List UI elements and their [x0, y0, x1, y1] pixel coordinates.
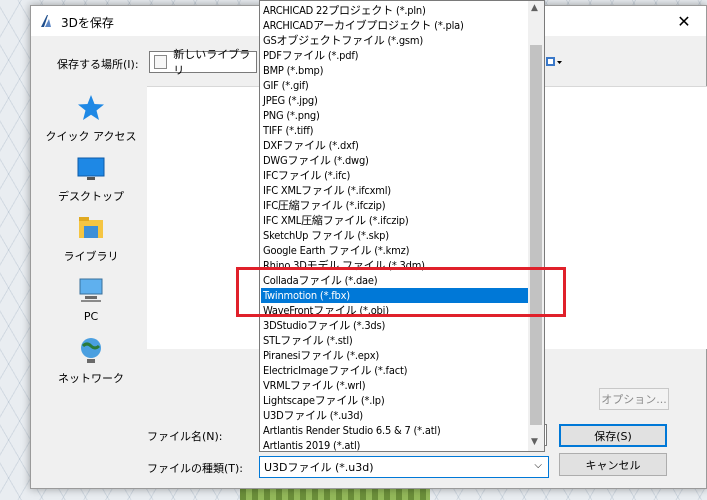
desktop-icon [77, 157, 105, 180]
library-icon [79, 217, 103, 238]
dropdown-option[interactable]: GIF (*.gif) [261, 78, 530, 93]
dialog-title: 3Dを保存 [61, 16, 114, 30]
dropdown-option[interactable]: IFC圧縮ファイル (*.ifczip) [261, 198, 530, 213]
nav-label: ライブラリ [63, 250, 119, 263]
options-button[interactable]: オプション... [599, 388, 669, 410]
dropdown-scrollbar[interactable]: ▲ ▼ [528, 1, 544, 451]
dropdown-option[interactable]: GSオブジェクトファイル (*.gsm) [261, 33, 530, 48]
pc-icon [79, 278, 103, 302]
library-folder-icon [154, 55, 168, 69]
dropdown-option[interactable]: DWGファイル (*.dwg) [261, 153, 530, 168]
dropdown-option[interactable]: Artlantis 2019 (*.atl) [261, 438, 530, 453]
annotation-highlight-box [236, 267, 566, 317]
scroll-up-icon[interactable]: ▲ [531, 3, 538, 13]
dropdown-option[interactable]: IFC XML圧縮ファイル (*.ifczip) [261, 213, 530, 228]
scroll-thumb[interactable] [530, 45, 542, 425]
save-location-combo[interactable]: 新しいライブラリ [149, 48, 257, 77]
nav-label: クイック アクセス [45, 130, 137, 143]
dropdown-option[interactable]: DXFファイル (*.dxf) [261, 138, 530, 153]
dropdown-option[interactable]: Lightscapeファイル (*.lp) [261, 393, 530, 408]
dropdown-option[interactable]: IFCファイル (*.ifc) [261, 168, 530, 183]
dropdown-option[interactable]: STLファイル (*.stl) [261, 333, 530, 348]
nav-quick-access[interactable]: クイック アクセス [39, 92, 143, 148]
dropdown-option[interactable]: U3Dファイル (*.u3d) [261, 408, 530, 423]
filetype-label: ファイルの種類(T): [147, 462, 244, 475]
filetype-dropdown-list[interactable]: ARCHICAD 22プロジェクト (*.pln) ARCHICADアーカイブプロ… [259, 0, 545, 452]
view-menu-icon[interactable] [545, 55, 563, 69]
nav-label: ネットワーク [58, 372, 124, 385]
dropdown-option[interactable]: IFC XMLファイル (*.ifcxml) [261, 183, 530, 198]
nav-libraries[interactable]: ライブラリ [39, 212, 143, 268]
dropdown-option[interactable]: ARCHICADアーカイブプロジェクト (*.pla) [261, 18, 530, 33]
dropdown-option[interactable]: ARCHICAD 22プロジェクト (*.pln) [261, 3, 530, 18]
archicad-icon [41, 15, 51, 27]
close-button[interactable]: ✕ [662, 6, 706, 36]
nav-label: PC [83, 310, 99, 323]
nav-label: デスクトップ [58, 190, 124, 203]
dropdown-option[interactable]: Google Earth ファイル (*.kmz) [261, 243, 530, 258]
network-icon [81, 338, 101, 363]
filetype-select[interactable]: U3Dファイル (*.u3d) ⌵ [259, 456, 549, 478]
scroll-down-icon[interactable]: ▼ [531, 437, 538, 447]
dropdown-option[interactable]: PDFファイル (*.pdf) [261, 48, 530, 63]
dropdown-option[interactable]: Piranesiファイル (*.epx) [261, 348, 530, 363]
save-button[interactable]: 保存(S) [559, 424, 667, 447]
location-value: 新しいライブラリ [173, 48, 251, 77]
dropdown-option[interactable]: Artlantis Render Studio 6.5 & 7 (*.atl) [261, 423, 530, 438]
dropdown-option[interactable]: BMP (*.bmp) [261, 63, 530, 78]
nav-network[interactable]: ネットワーク [39, 334, 143, 390]
dropdown-option[interactable]: PNG (*.png) [261, 108, 530, 123]
nav-pc[interactable]: PC [39, 274, 143, 330]
star-icon [78, 95, 104, 120]
dropdown-option[interactable]: SketchUp ファイル (*.skp) [261, 228, 530, 243]
filetype-value: U3Dファイル (*.u3d) [264, 461, 374, 474]
save-in-label: 保存する場所(I): [57, 58, 139, 71]
dropdown-option[interactable]: TIFF (*.tiff) [261, 123, 530, 138]
dropdown-option[interactable]: JPEG (*.jpg) [261, 93, 530, 108]
dropdown-option[interactable]: 3DStudioファイル (*.3ds) [261, 318, 530, 333]
chevron-down-icon: ⌵ [534, 460, 542, 471]
dropdown-option[interactable]: ElectricImageファイル (*.fact) [261, 363, 530, 378]
cancel-button[interactable]: キャンセル [559, 453, 667, 476]
filename-label: ファイル名(N): [147, 430, 223, 443]
nav-desktop[interactable]: デスクトップ [39, 152, 143, 208]
dropdown-option[interactable]: VRMLファイル (*.wrl) [261, 378, 530, 393]
